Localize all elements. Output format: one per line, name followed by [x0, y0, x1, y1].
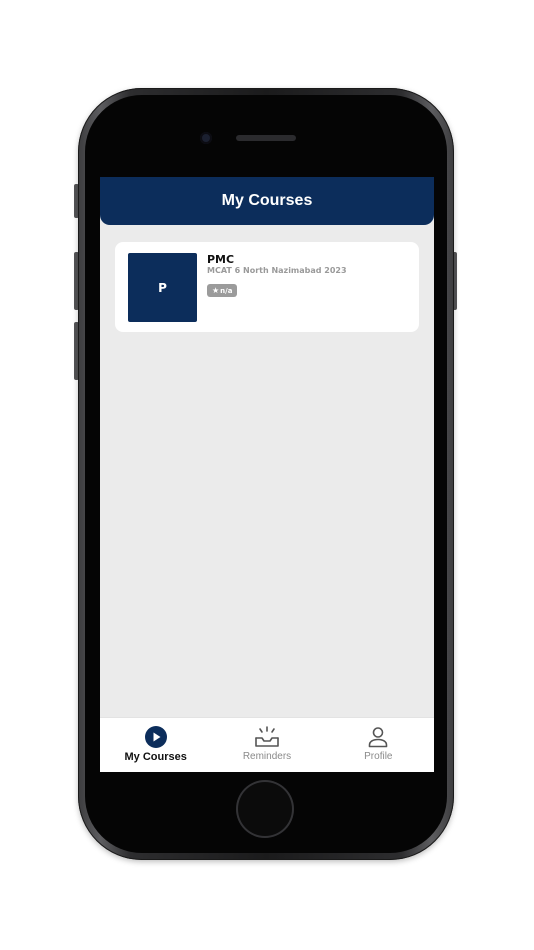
user-icon — [367, 726, 389, 748]
rating-value: n/a — [220, 286, 233, 295]
tab-bar: My Courses Reminders Profile — [100, 717, 434, 772]
course-subtitle: MCAT 6 North Nazimabad 2023 — [207, 266, 347, 275]
nav-header: My Courses — [100, 177, 434, 225]
course-thumbnail-letter: P — [158, 280, 167, 295]
app-screen: My Courses P PMC MCAT 6 North Nazimabad … — [100, 177, 434, 772]
course-card[interactable]: P PMC MCAT 6 North Nazimabad 2023 ★ n/a — [115, 242, 419, 332]
tab-my-courses[interactable]: My Courses — [100, 718, 211, 772]
page-title: My Courses — [221, 192, 313, 209]
play-circle-icon — [144, 726, 167, 748]
tab-reminders[interactable]: Reminders — [211, 718, 322, 772]
tab-label: My Courses — [124, 751, 187, 763]
home-button[interactable] — [236, 780, 294, 838]
star-icon: ★ — [212, 285, 220, 295]
earpiece-speaker — [236, 135, 296, 141]
course-thumbnail: P — [128, 253, 197, 322]
tab-profile[interactable]: Profile — [323, 718, 434, 772]
rating-badge: ★ n/a — [207, 284, 238, 297]
tab-label: Reminders — [242, 751, 292, 762]
front-camera — [200, 132, 212, 144]
inbox-tray-icon — [254, 726, 280, 748]
tab-label: Profile — [364, 751, 393, 762]
course-name: PMC — [207, 253, 235, 266]
